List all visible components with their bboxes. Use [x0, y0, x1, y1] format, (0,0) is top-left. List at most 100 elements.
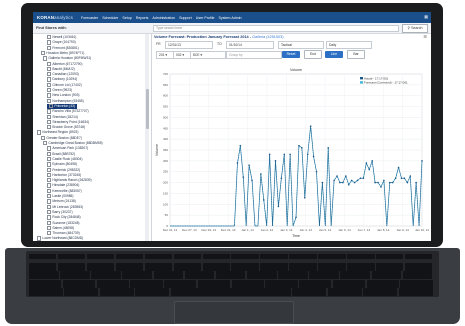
tree-item[interactable]: Northampton (93455): [47, 98, 84, 104]
key[interactable]: [366, 279, 399, 288]
key[interactable]: [363, 288, 398, 296]
window-icons[interactable]: ▦: [424, 14, 428, 19]
search-input[interactable]: Type search here: [153, 25, 399, 32]
key[interactable]: [398, 288, 433, 296]
filter-select-2[interactable]: 002 ▾: [173, 51, 191, 59]
key[interactable]: [265, 279, 298, 288]
tree-item[interactable]: Princeton (43): [47, 103, 78, 109]
menu-item-administration[interactable]: Administration: [152, 16, 175, 20]
tree-item[interactable]: New London (903): [47, 93, 80, 98]
key[interactable]: [57, 262, 86, 271]
key[interactable]: [327, 288, 362, 296]
tree-expander-icon[interactable]: [47, 162, 52, 167]
key[interactable]: [402, 271, 433, 279]
tree-item[interactable]: Highlands Ranch (262839): [47, 178, 92, 183]
tree-item[interactable]: Metrum (24138): [47, 199, 76, 204]
tree-expander-icon[interactable]: [49, 103, 54, 109]
menu-item-user-profile[interactable]: User Profile: [196, 16, 215, 20]
key[interactable]: [96, 279, 129, 288]
tree-expander-icon[interactable]: [47, 146, 52, 151]
key[interactable]: [292, 288, 327, 296]
key[interactable]: [332, 279, 365, 288]
reset-button[interactable]: Reset: [282, 51, 300, 58]
key[interactable]: [404, 262, 433, 271]
key[interactable]: [202, 262, 230, 271]
tree-expander-icon[interactable]: [47, 88, 52, 93]
key[interactable]: [115, 254, 144, 259]
key[interactable]: [86, 262, 115, 271]
tree-item[interactable]: Fremont (830851): [47, 45, 79, 51]
key[interactable]: [164, 279, 197, 288]
tree-item[interactable]: Green (9923): [47, 88, 72, 93]
tree-expander-icon[interactable]: [41, 50, 46, 56]
tree-item[interactable]: Lower Northeast (88CDMD): [37, 236, 83, 241]
key[interactable]: [231, 254, 259, 259]
tree-item[interactable]: Castle Rock (48304): [47, 156, 82, 162]
tree-expander-icon[interactable]: [47, 215, 52, 220]
key[interactable]: [29, 271, 59, 279]
tree-item[interactable]: Greater Boston (88DE7): [41, 135, 82, 141]
key[interactable]: [260, 254, 288, 259]
tree-item[interactable]: Thurman (484739): [47, 231, 80, 236]
tree-item[interactable]: Alberton (67172790): [47, 61, 82, 67]
key[interactable]: [144, 262, 173, 271]
tree-expander-icon[interactable]: [47, 151, 52, 156]
tree-item[interactable]: Salem (48098): [47, 225, 74, 231]
key[interactable]: [400, 279, 433, 288]
tree-expander-icon[interactable]: [47, 45, 52, 50]
tree-expander-icon[interactable]: [47, 172, 52, 178]
tree-item[interactable]: American Park (138307): [47, 146, 88, 151]
tree-item[interactable]: Galleria Houston (80FMW31): [43, 56, 91, 61]
tree-expander-icon[interactable]: [47, 209, 52, 215]
tree-expander-icon[interactable]: [43, 141, 48, 146]
tree-item[interactable]: Houston Metro (8974P71): [41, 50, 84, 56]
tree-item[interactable]: Danbury (10294): [47, 77, 77, 82]
tree-item[interactable]: Newell (103461): [47, 35, 76, 40]
period-select[interactable]: Daily: [326, 41, 372, 49]
tree-expander-icon[interactable]: [47, 125, 52, 130]
key[interactable]: [231, 262, 259, 271]
key[interactable]: [278, 271, 308, 279]
key[interactable]: [29, 288, 63, 296]
search-button[interactable]: ⚲ Search: [402, 24, 428, 33]
key[interactable]: [376, 262, 404, 271]
end-button[interactable]: End: [304, 50, 322, 59]
tree-item[interactable]: Hinsdale (238904): [47, 183, 79, 188]
key[interactable]: [91, 271, 121, 279]
tree-item[interactable]: Grape (104793): [47, 40, 76, 45]
key[interactable]: [173, 262, 202, 271]
key[interactable]: [115, 262, 144, 271]
tree-expander-icon[interactable]: [47, 77, 52, 82]
key[interactable]: [260, 262, 288, 271]
tree-expander-icon[interactable]: [47, 188, 52, 194]
tree-item[interactable]: Gilmore Ltd (17402): [47, 82, 82, 88]
tree-expander-icon[interactable]: [47, 82, 52, 88]
key[interactable]: [215, 271, 246, 279]
tree-expander-icon[interactable]: [47, 156, 52, 162]
from-date-input[interactable]: 12/31/13: [165, 41, 213, 49]
tree-expander-icon[interactable]: [37, 236, 42, 241]
tree-expander-icon[interactable]: [47, 178, 52, 183]
panel-tools-icon[interactable]: ☰: [423, 34, 427, 39]
tree-expander-icon[interactable]: [37, 130, 42, 135]
tree-expander-icon[interactable]: [47, 225, 52, 231]
tree-expander-icon[interactable]: [47, 204, 52, 209]
key[interactable]: [62, 279, 95, 288]
menu-item-forecaster[interactable]: Forecaster: [81, 16, 98, 20]
key[interactable]: [29, 279, 62, 288]
tree-expander-icon[interactable]: [47, 35, 52, 40]
key[interactable]: [347, 262, 375, 271]
tree-expander-icon[interactable]: [47, 98, 52, 103]
key[interactable]: [289, 262, 317, 271]
tree-expander-icon[interactable]: [47, 66, 52, 72]
tree-item[interactable]: Northeast Region (8923): [37, 130, 79, 135]
key[interactable]: [231, 279, 264, 288]
tree-expander-icon[interactable]: [43, 56, 48, 61]
tree-item[interactable]: Frederick (298322): [47, 167, 80, 173]
tree-item[interactable]: Brooke Grove (83748): [47, 125, 85, 130]
key[interactable]: [29, 262, 57, 271]
key[interactable]: [57, 254, 86, 259]
key[interactable]: [197, 279, 230, 288]
tree-scrollbar[interactable]: [145, 34, 149, 241]
key[interactable]: [246, 271, 277, 279]
